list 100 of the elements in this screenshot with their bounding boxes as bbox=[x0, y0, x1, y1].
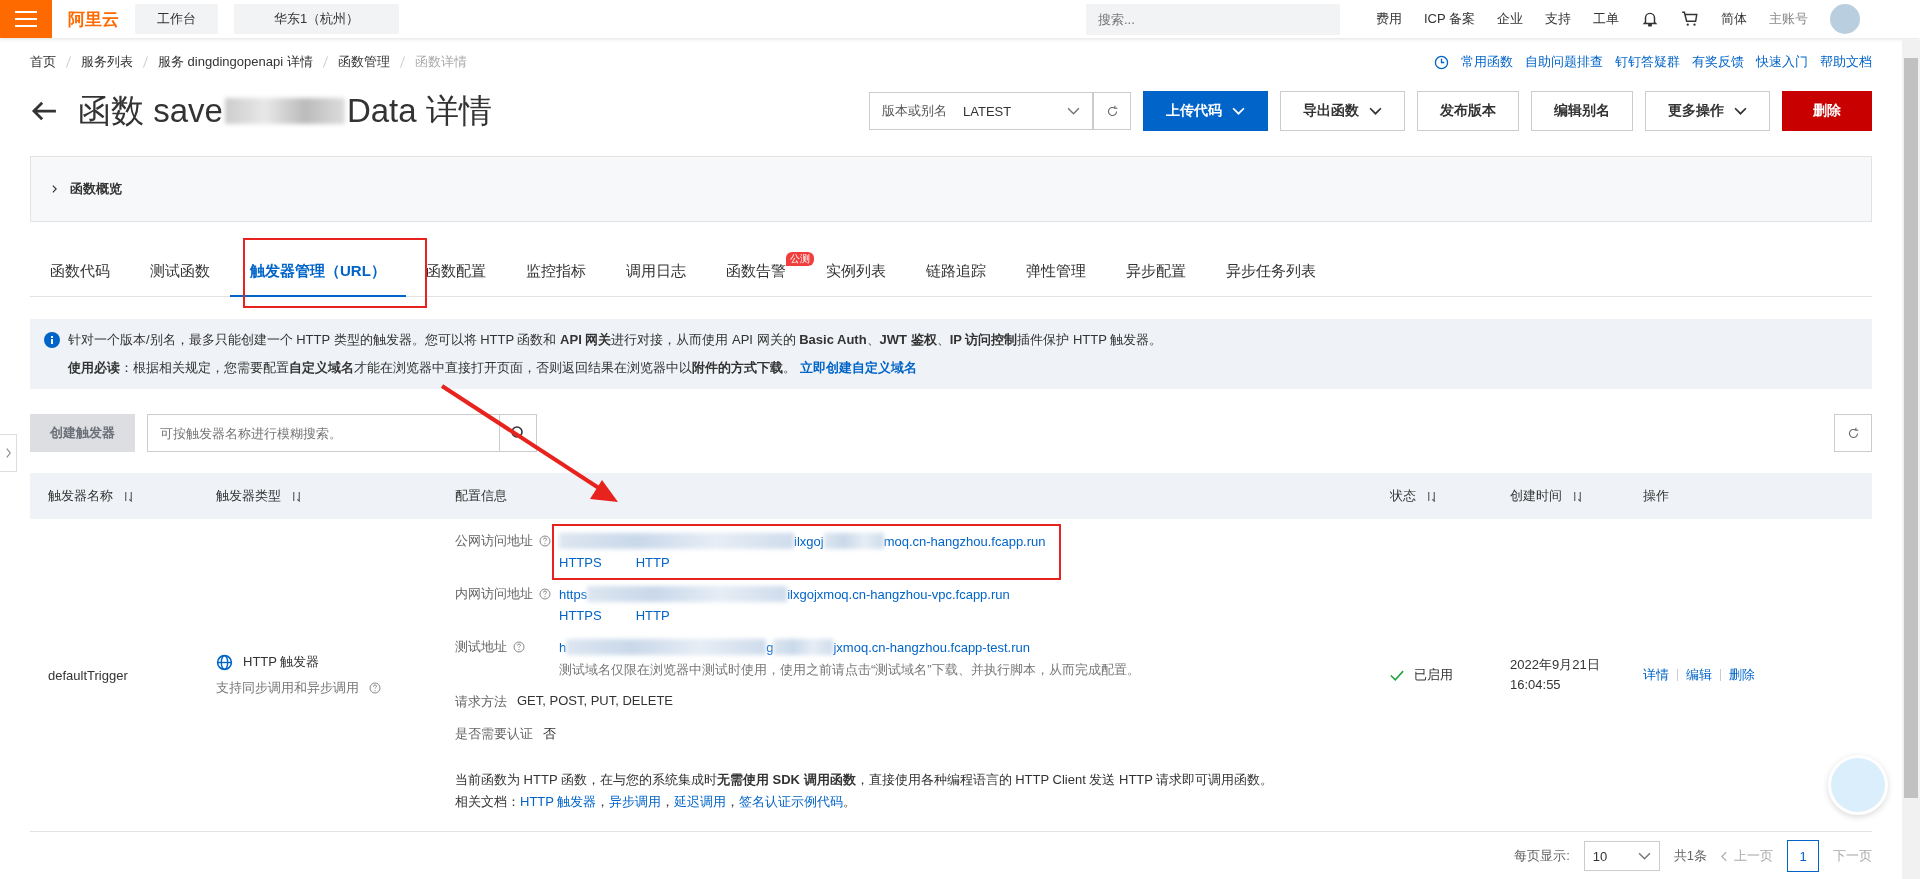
chevron-right-icon[interactable] bbox=[4, 447, 12, 459]
help-icon[interactable] bbox=[513, 641, 525, 653]
punctuation: ， bbox=[726, 793, 740, 811]
doc-link[interactable]: 延迟调用 bbox=[674, 793, 727, 811]
address-note: 测试域名仅限在浏览器中测试时使用，使用之前请点击“测试域名”下载、并执行脚本，从而完成配置。 bbox=[559, 661, 1141, 679]
row-action-link[interactable]: 详情 bbox=[1643, 666, 1669, 684]
workbench-link[interactable]: 工作台 bbox=[135, 4, 218, 34]
method-value: GET, POST, PUT, DELETE bbox=[517, 693, 674, 710]
tab[interactable]: 函数告警 bbox=[705, 248, 786, 297]
tab[interactable]: 异步配置 bbox=[1105, 248, 1206, 297]
tab[interactable]: 测试函数 bbox=[130, 248, 230, 297]
back-arrow-icon[interactable] bbox=[30, 100, 58, 122]
help-link[interactable]: 常用函数 bbox=[1461, 53, 1513, 71]
help-link[interactable]: 有奖反馈 bbox=[1692, 53, 1744, 71]
tab[interactable]: 弹性管理 bbox=[1005, 248, 1106, 297]
action-button[interactable]: 发布版本 bbox=[1417, 91, 1519, 131]
column-header[interactable]: 配置信息 bbox=[455, 487, 507, 505]
help-link[interactable]: 帮助文档 bbox=[1820, 53, 1872, 71]
search-button[interactable] bbox=[499, 414, 537, 452]
search-icon[interactable] bbox=[510, 425, 526, 441]
scrollbar[interactable] bbox=[1902, 40, 1920, 879]
menu-icon[interactable] bbox=[0, 0, 52, 38]
tab[interactable]: 调用日志 bbox=[605, 248, 706, 297]
account-label[interactable]: 主账号 bbox=[1769, 10, 1808, 28]
column-header[interactable]: 触发器名称 bbox=[48, 487, 113, 505]
action-button[interactable]: 导出函数 bbox=[1280, 91, 1405, 131]
help-link[interactable]: 快速入门 bbox=[1756, 53, 1808, 71]
column-header[interactable]: 创建时间 bbox=[1510, 487, 1562, 505]
page-size-select[interactable]: 10 bbox=[1583, 841, 1660, 871]
action-button[interactable]: 删除 bbox=[1782, 91, 1872, 131]
protocol-link[interactable]: HTTP bbox=[635, 608, 670, 623]
tab[interactable]: 监控指标 bbox=[505, 248, 606, 297]
row-action-link[interactable]: 删除 bbox=[1729, 666, 1755, 684]
doc-link[interactable]: HTTP 触发器 bbox=[520, 793, 597, 811]
caret-icon[interactable] bbox=[1369, 106, 1382, 116]
breadcrumb-item[interactable]: 服务 dingdingopenapi 详情 bbox=[158, 53, 313, 71]
trigger-search-field[interactable]: 可按触发器名称进行模糊搜索。 bbox=[147, 414, 499, 452]
tab[interactable]: 触发器管理（URL） bbox=[230, 248, 406, 297]
search-field[interactable]: 搜索... bbox=[1085, 3, 1340, 35]
address-label: 测试地址 bbox=[455, 638, 507, 656]
caret-icon[interactable] bbox=[1734, 106, 1747, 116]
row-action-link[interactable]: 编辑 bbox=[1686, 666, 1712, 684]
overview-panel[interactable]: 函数概览 bbox=[30, 156, 1872, 222]
version-select[interactable]: 版本或别名 LATEST bbox=[869, 92, 1093, 130]
url-link[interactable]: ilxgojxmoq.cn-hangzhou-vpc.fcapp.run bbox=[787, 586, 1010, 602]
action-button[interactable]: 上传代码 bbox=[1143, 91, 1268, 131]
trigger-note: 支持同步调用和异步调用 bbox=[216, 679, 359, 697]
action-button[interactable]: 更多操作 bbox=[1645, 91, 1770, 131]
doc-link[interactable]: 异步调用 bbox=[609, 793, 662, 811]
protocol-link[interactable]: HTTPS bbox=[559, 608, 602, 623]
url-link[interactable]: g bbox=[766, 639, 774, 655]
breadcrumb-item[interactable]: 服务列表 bbox=[81, 53, 133, 71]
page-number[interactable]: 1 bbox=[1787, 840, 1819, 872]
doc-link[interactable]: 签名认证示例代码 bbox=[739, 793, 844, 811]
protocol-link[interactable]: HTTP bbox=[635, 555, 670, 570]
breadcrumb-item[interactable]: 首页 bbox=[30, 53, 56, 71]
sort-icon[interactable] bbox=[123, 490, 134, 502]
punctuation: ， bbox=[661, 793, 675, 811]
sort-icon[interactable] bbox=[1426, 490, 1437, 502]
nav-link[interactable]: 支持 bbox=[1545, 10, 1571, 28]
url-link[interactable]: ilxgoj bbox=[794, 533, 824, 549]
address-label: 内网访问地址 bbox=[455, 585, 533, 603]
breadcrumb-item[interactable]: 函数管理 bbox=[337, 53, 390, 71]
refresh-icon[interactable] bbox=[1846, 426, 1860, 440]
url-link[interactable]: jxmoq.cn-hangzhou.fcapp-test.run bbox=[833, 639, 1031, 655]
help-link[interactable]: 钉钉答疑群 bbox=[1615, 53, 1680, 71]
action-button[interactable]: 编辑别名 bbox=[1531, 91, 1633, 131]
nav-link[interactable]: 费用 bbox=[1375, 10, 1402, 28]
docs-label: 相关文档： bbox=[455, 793, 520, 811]
region-selector[interactable]: 华东1（杭州） bbox=[234, 4, 400, 34]
column-header[interactable]: 状态 bbox=[1390, 487, 1416, 505]
notice-text: 针对一个版本/别名，最多只能创建一个 HTTP 类型的触发器。您可以将 HTTP 函数和 API 网关进行对接，从而使用 API 网关的 Basic Auth、JWT 鉴权、IP 访问控制插件保护 HTTP 触发器。 bbox=[68, 331, 1163, 349]
column-header[interactable]: 触发器类型 bbox=[216, 487, 281, 505]
nav-link[interactable]: ICP 备案 bbox=[1423, 10, 1475, 28]
create-domain-link[interactable]: 立即创建自定义域名 bbox=[800, 360, 917, 375]
nav-link[interactable]: 企业 bbox=[1497, 10, 1523, 28]
help-icon[interactable] bbox=[539, 535, 551, 547]
redaction-blur bbox=[773, 639, 834, 655]
help-icon[interactable] bbox=[539, 588, 551, 600]
sort-icon[interactable] bbox=[1572, 490, 1583, 502]
column-header[interactable]: 操作 bbox=[1643, 487, 1669, 505]
url-link[interactable]: https bbox=[559, 586, 588, 602]
help-icon[interactable] bbox=[369, 682, 381, 694]
language-link[interactable]: 简体 bbox=[1721, 10, 1747, 28]
url-link[interactable]: h bbox=[559, 639, 567, 655]
chevron-icon[interactable] bbox=[51, 184, 58, 194]
tab[interactable]: 异步任务列表 bbox=[1205, 248, 1336, 297]
sort-icon[interactable] bbox=[291, 490, 302, 502]
protocol-link[interactable]: HTTPS bbox=[559, 555, 602, 570]
url-link[interactable]: moq.cn-hangzhou.fcapp.run bbox=[883, 533, 1046, 549]
nav-link[interactable]: 工单 bbox=[1593, 10, 1619, 28]
created-time: 2022年9月21日 16:04:55 bbox=[1510, 656, 1601, 694]
total-count: 共1条 bbox=[1673, 847, 1707, 865]
tab[interactable]: 函数配置 bbox=[405, 248, 506, 297]
tab[interactable]: 函数代码 bbox=[30, 248, 130, 297]
bell-icon[interactable] bbox=[1641, 10, 1659, 28]
tab[interactable]: 链路追踪 bbox=[905, 248, 1006, 297]
help-link[interactable]: 自助问题排查 bbox=[1525, 53, 1603, 71]
cart-icon[interactable] bbox=[1681, 10, 1699, 28]
refresh-icon[interactable] bbox=[1105, 104, 1119, 118]
